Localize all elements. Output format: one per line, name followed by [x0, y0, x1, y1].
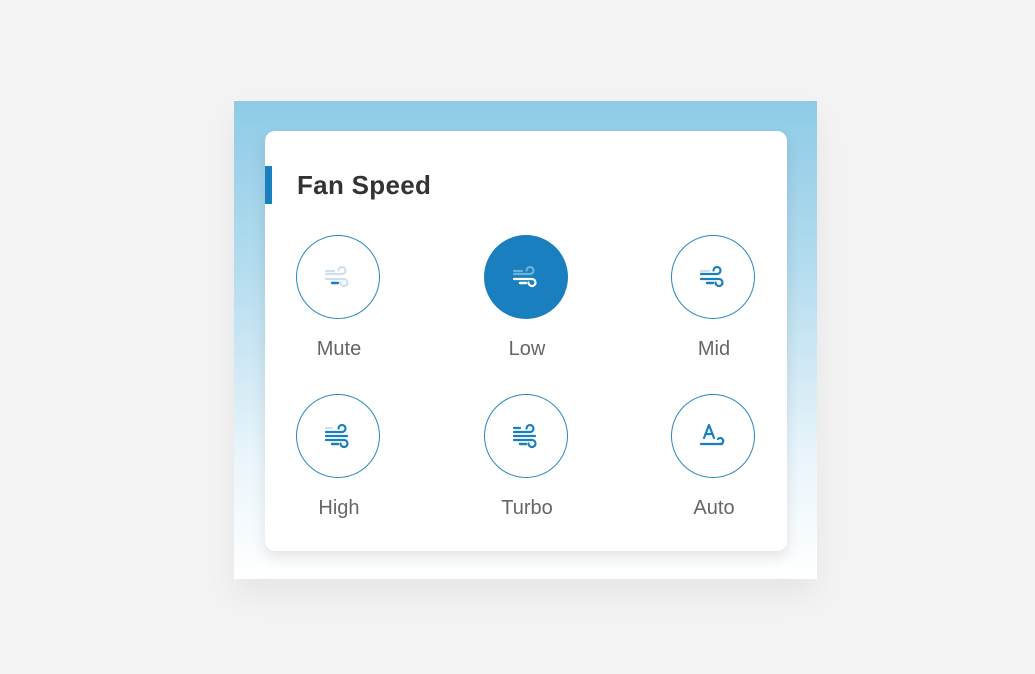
fan-speed-card: Fan Speed Mute Low Mid High Turbo Auto [265, 131, 787, 551]
fan-speed-label-turbo: Turbo [501, 497, 553, 519]
fan-speed-option-mid[interactable]: Mid [654, 235, 774, 365]
fan-speed-auto-icon [699, 423, 725, 446]
fan-speed-auto-button[interactable] [671, 394, 755, 478]
fan-speed-low-icon [512, 265, 537, 288]
fan-speed-label-mid: Mid [697, 338, 731, 360]
fan-speed-mid-button[interactable] [671, 235, 755, 319]
fan-speed-mid-icon [699, 265, 724, 288]
fan-speed-option-mute[interactable]: Mute [279, 235, 399, 365]
fan-speed-option-low[interactable]: Low [467, 235, 587, 365]
fan-speed-label-mute: Mute [316, 338, 362, 360]
fan-speed-option-turbo[interactable]: Turbo [467, 394, 587, 524]
fan-speed-label-high: High [318, 497, 360, 519]
fan-speed-mute-icon [324, 265, 349, 288]
fan-speed-turbo-icon [512, 423, 537, 449]
fan-speed-turbo-button[interactable] [484, 394, 568, 478]
fan-speed-label-low: Low [508, 338, 546, 360]
title-accent-bar [265, 166, 272, 204]
fan-speed-low-button[interactable] [484, 235, 568, 319]
fan-speed-option-high[interactable]: High [279, 394, 399, 524]
fan-speed-mute-button[interactable] [296, 235, 380, 319]
fan-speed-label-auto: Auto [693, 497, 735, 519]
fan-speed-high-button[interactable] [296, 394, 380, 478]
fan-speed-option-auto[interactable]: Auto [654, 394, 774, 524]
panel-title: Fan Speed [297, 170, 432, 200]
fan-speed-high-icon [324, 423, 349, 449]
